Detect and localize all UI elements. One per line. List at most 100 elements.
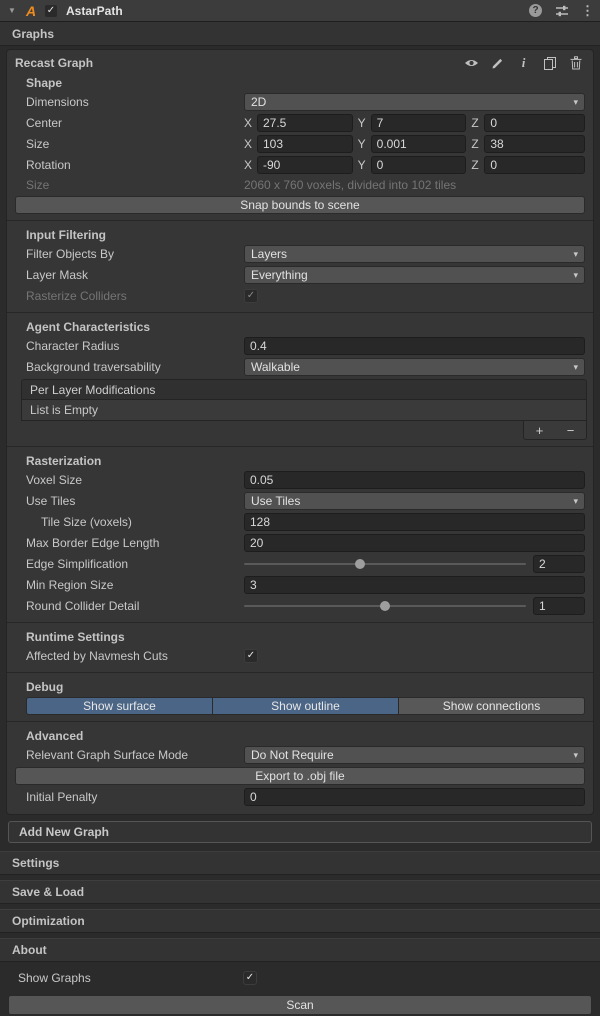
min-region-size-field[interactable]: 3 — [244, 576, 585, 594]
rotation-x-field[interactable]: -90 — [257, 156, 353, 174]
shape-section-header: Shape — [7, 73, 593, 91]
chevron-down-icon: ▾ — [573, 496, 578, 507]
round-collider-detail-label: Round Collider Detail — [26, 599, 244, 613]
edge-simplification-row: Edge Simplification 2 — [7, 554, 593, 574]
show-connections-toggle[interactable]: Show connections — [399, 697, 585, 715]
tile-size-field[interactable]: 128 — [244, 513, 585, 531]
size-info-label: Size — [26, 178, 244, 192]
voxel-size-info-row: Size 2060 x 760 voxels, divided into 102… — [7, 176, 593, 194]
graphs-section-header[interactable]: Graphs — [0, 22, 600, 46]
chevron-down-icon: ▾ — [573, 362, 578, 373]
character-radius-row: Character Radius 0.4 — [7, 336, 593, 356]
rotation-row: Rotation X-90 Y0 Z0 — [7, 155, 593, 175]
size-y-field[interactable]: 0.001 — [371, 135, 467, 153]
layer-mask-label: Layer Mask — [26, 268, 244, 282]
slider-thumb[interactable] — [355, 559, 365, 569]
recast-graph-header[interactable]: Recast Graph i — [7, 53, 593, 73]
rotation-z-field[interactable]: 0 — [484, 156, 585, 174]
layer-mask-dropdown[interactable]: Everything ▾ — [244, 266, 585, 284]
x-axis-label: X — [244, 137, 257, 151]
about-section-header[interactable]: About — [0, 938, 600, 962]
slider-thumb[interactable] — [380, 601, 390, 611]
min-region-size-row: Min Region Size 3 — [7, 575, 593, 595]
divider — [7, 721, 593, 722]
optimization-section-header[interactable]: Optimization — [0, 909, 600, 933]
round-collider-detail-row: Round Collider Detail 1 — [7, 596, 593, 616]
foldout-arrow-icon[interactable]: ▼ — [6, 6, 18, 15]
presets-icon[interactable] — [554, 4, 569, 18]
rasterize-colliders-label: Rasterize Colliders — [26, 289, 244, 303]
initial-penalty-field[interactable]: 0 — [244, 788, 585, 806]
settings-section-header[interactable]: Settings — [0, 851, 600, 875]
visibility-eye-icon[interactable] — [464, 56, 479, 70]
chevron-down-icon: ▾ — [573, 97, 578, 108]
center-z-field[interactable]: 0 — [484, 114, 585, 132]
rasterization-header: Rasterization — [7, 451, 593, 469]
filter-objects-by-label: Filter Objects By — [26, 247, 244, 261]
edge-simplification-slider[interactable] — [244, 563, 526, 565]
divider — [7, 312, 593, 313]
background-traversability-dropdown[interactable]: Walkable ▾ — [244, 358, 585, 376]
relevant-graph-surface-mode-dropdown[interactable]: Do Not Require ▾ — [244, 746, 585, 764]
edit-pencil-icon[interactable] — [490, 56, 505, 70]
show-graphs-row: Show Graphs ✓ — [0, 968, 600, 988]
round-collider-detail-slider[interactable] — [244, 605, 526, 607]
rotation-y-field[interactable]: 0 — [371, 156, 467, 174]
show-outline-toggle[interactable]: Show outline — [213, 697, 399, 715]
size-z-field[interactable]: 38 — [484, 135, 585, 153]
list-add-button[interactable]: + — [530, 424, 550, 437]
divider — [7, 672, 593, 673]
graphs-section-label: Graphs — [12, 27, 54, 41]
min-region-size-label: Min Region Size — [26, 578, 244, 592]
list-empty-row: List is Empty — [21, 399, 587, 421]
duplicate-icon[interactable] — [542, 56, 557, 70]
show-surface-toggle[interactable]: Show surface — [26, 697, 213, 715]
center-x-field[interactable]: 27.5 — [257, 114, 353, 132]
round-collider-detail-field[interactable]: 1 — [533, 597, 585, 615]
per-layer-modifications-header[interactable]: Per Layer Modifications — [21, 379, 587, 399]
use-tiles-dropdown[interactable]: Use Tiles ▾ — [244, 492, 585, 510]
add-new-graph-button[interactable]: Add New Graph — [8, 821, 592, 843]
max-border-edge-length-row: Max Border Edge Length 20 — [7, 533, 593, 553]
max-border-edge-length-field[interactable]: 20 — [244, 534, 585, 552]
help-icon[interactable]: ? — [529, 4, 542, 17]
export-obj-button[interactable]: Export to .obj file — [15, 767, 585, 785]
scan-button[interactable]: Scan — [8, 995, 592, 1015]
z-axis-label: Z — [471, 158, 484, 172]
astar-logo-icon: A — [23, 3, 39, 19]
show-graphs-checkbox[interactable]: ✓ — [243, 971, 257, 985]
show-graphs-label: Show Graphs — [18, 971, 243, 985]
runtime-settings-header: Runtime Settings — [7, 627, 593, 645]
component-enabled-checkbox[interactable]: ✓ — [44, 4, 58, 18]
background-traversability-label: Background traversability — [26, 360, 244, 374]
save-load-section-header[interactable]: Save & Load — [0, 880, 600, 904]
affected-by-navmesh-cuts-checkbox[interactable]: ✓ — [244, 649, 258, 663]
dimensions-dropdown[interactable]: 2D ▾ — [244, 93, 585, 111]
size-x-field[interactable]: 103 — [257, 135, 353, 153]
voxel-size-field[interactable]: 0.05 — [244, 471, 585, 489]
x-axis-label: X — [244, 158, 257, 172]
delete-trash-icon[interactable] — [568, 56, 583, 70]
voxel-size-row: Voxel Size 0.05 — [7, 470, 593, 490]
dimensions-label: Dimensions — [26, 95, 244, 109]
background-traversability-row: Background traversability Walkable ▾ — [7, 357, 593, 377]
filter-objects-by-dropdown[interactable]: Layers ▾ — [244, 245, 585, 263]
snap-bounds-button[interactable]: Snap bounds to scene — [15, 196, 585, 214]
z-axis-label: Z — [471, 137, 484, 151]
divider — [7, 446, 593, 447]
affected-by-navmesh-cuts-label: Affected by Navmesh Cuts — [26, 649, 244, 663]
size-info-value: 2060 x 760 voxels, divided into 102 tile… — [244, 178, 585, 192]
list-remove-button[interactable]: − — [561, 424, 581, 437]
layer-mask-row: Layer Mask Everything ▾ — [7, 265, 593, 285]
size-label: Size — [26, 137, 244, 151]
recast-graph-toolbar: i — [464, 56, 583, 70]
affected-by-navmesh-cuts-row: Affected by Navmesh Cuts ✓ — [7, 646, 593, 666]
info-icon[interactable]: i — [516, 56, 531, 70]
character-radius-field[interactable]: 0.4 — [244, 337, 585, 355]
agent-characteristics-header: Agent Characteristics — [7, 317, 593, 335]
chevron-down-icon: ▾ — [573, 750, 578, 761]
kebab-menu-icon[interactable]: ⋮ — [581, 3, 594, 19]
edge-simplification-field[interactable]: 2 — [533, 555, 585, 573]
relevant-graph-surface-mode-row: Relevant Graph Surface Mode Do Not Requi… — [7, 745, 593, 765]
center-y-field[interactable]: 7 — [371, 114, 467, 132]
